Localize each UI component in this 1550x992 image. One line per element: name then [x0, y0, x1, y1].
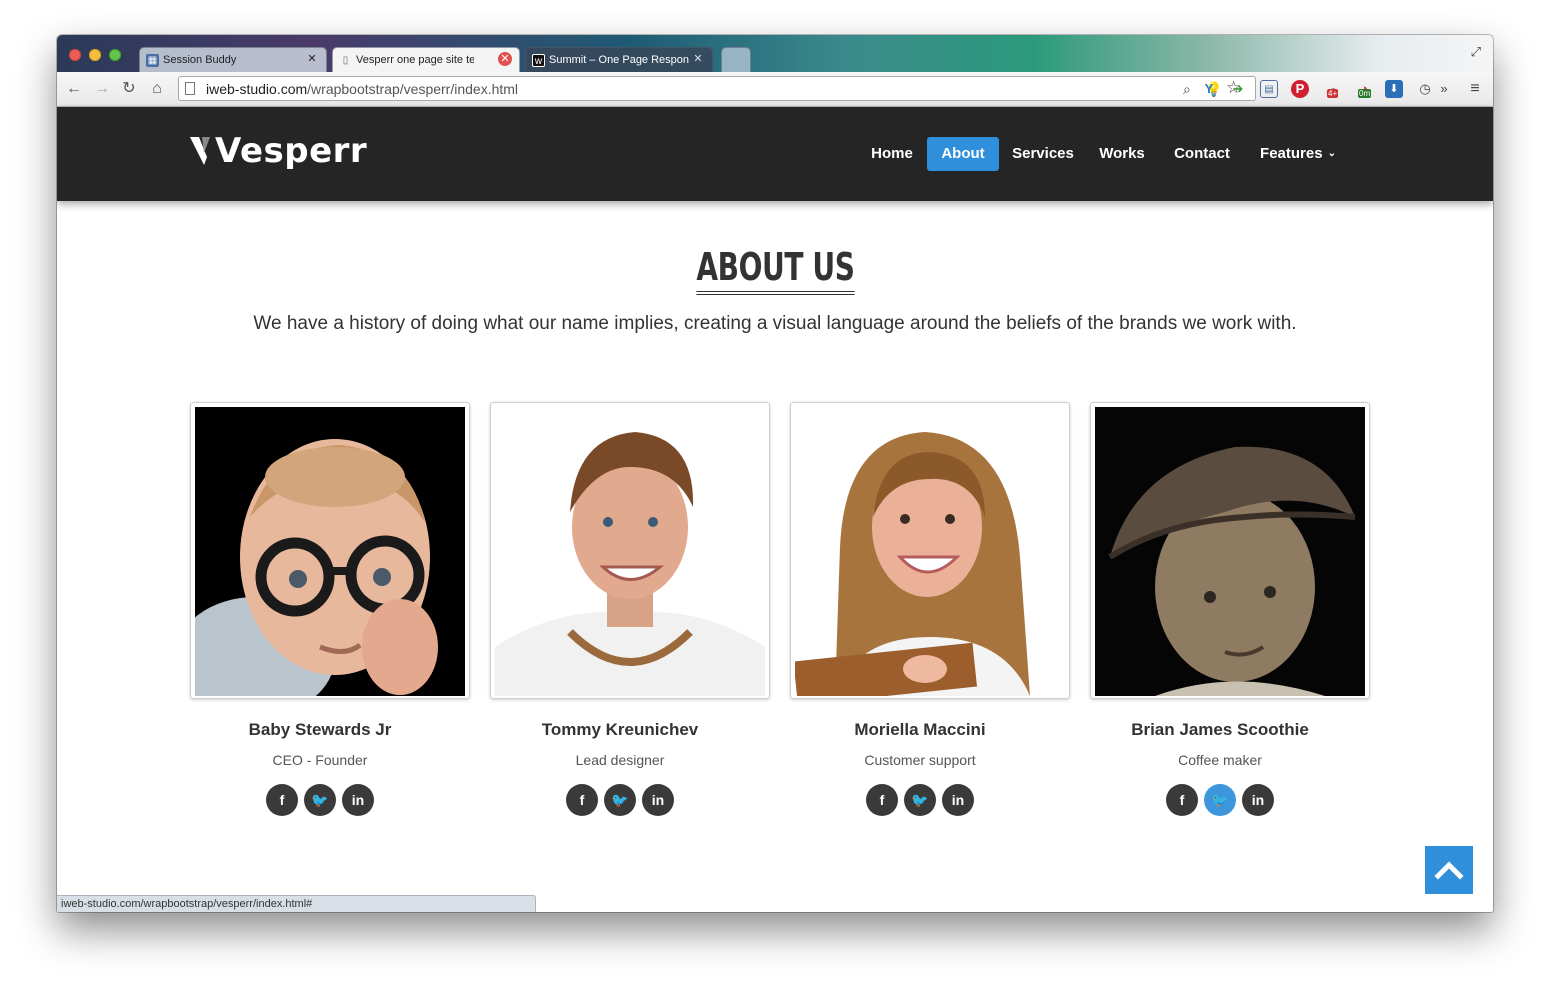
menu-item-home[interactable]: Home [862, 137, 922, 171]
logo-text: Vesperr [215, 131, 368, 171]
session-buddy-icon: ▦ [146, 54, 159, 67]
session-buddy-extension-icon[interactable]: ▤ [1260, 80, 1278, 98]
chevron-up-icon [1434, 861, 1464, 880]
member-role: Lead designer [575, 752, 665, 768]
section-title: ABOUT US [57, 245, 1493, 295]
browser-window: ▦ Session Buddy ✕ ▯ Vesperr one page sit… [57, 35, 1493, 912]
page-icon: ▯ [342, 55, 349, 66]
member-photo-frame [1090, 402, 1370, 699]
member-social-links: f 🐦 in [1080, 784, 1360, 816]
new-tab-button[interactable] [721, 47, 751, 72]
twitter-icon[interactable]: 🐦 [604, 784, 636, 816]
browser-toolbar: ← → ↻ ⌂ iweb-studio.com/wrapbootstrap/ve… [57, 72, 1493, 107]
facebook-icon[interactable]: f [566, 784, 598, 816]
twitter-icon[interactable]: 🐦 [1204, 784, 1236, 816]
member-role: Coffee maker [1178, 752, 1262, 768]
menu-item-about[interactable]: About [927, 137, 999, 171]
member-photo-frame [790, 402, 1070, 699]
summit-icon: w [532, 54, 545, 67]
linkedin-icon[interactable]: in [1242, 784, 1274, 816]
linkedin-icon[interactable]: in [642, 784, 674, 816]
address-bar[interactable]: iweb-studio.com/wrapbootstrap/vesperr/in… [178, 76, 1256, 101]
tab-title: Summit – One Page Responsive [549, 54, 689, 66]
status-bar: iweb-studio.com/wrapbootstrap/vesperr/in… [57, 895, 536, 912]
close-tab-icon[interactable]: ✕ [691, 52, 705, 66]
overflow-chevron-icon[interactable]: » [1439, 80, 1449, 98]
facebook-icon[interactable]: f [266, 784, 298, 816]
menu-icon[interactable]: ≡ [1466, 80, 1484, 98]
member-photo [195, 407, 465, 696]
home-icon[interactable]: ⌂ [147, 79, 167, 99]
tab-summit[interactable]: w Summit – One Page Responsive ✕ [525, 47, 713, 72]
member-photo [495, 407, 765, 696]
member-name: Tommy Kreunichev [541, 720, 699, 739]
menu-item-label: Features [1260, 145, 1323, 162]
site-header: Vesperr Home About Services Works Contac… [57, 107, 1493, 201]
fullscreen-icon[interactable]: ⤢ [1471, 44, 1481, 60]
menu-item-contact[interactable]: Contact [1165, 137, 1239, 171]
member-photo [795, 407, 1065, 696]
chrome-extension-icon[interactable]: ◕ 0m [1355, 80, 1373, 98]
member-social-links: f 🐦 in [780, 784, 1060, 816]
member-name: Brian James Scoothie [1131, 720, 1309, 739]
member-role: CEO - Founder [272, 752, 368, 768]
menu-item-services[interactable]: Services [1005, 137, 1081, 171]
twitter-icon[interactable]: 🐦 [904, 784, 936, 816]
reload-icon[interactable]: ↻ [119, 79, 139, 99]
search-icon[interactable]: ⌕ [1183, 81, 1191, 98]
close-window-button[interactable] [69, 49, 81, 61]
pinterest-icon[interactable]: P [1291, 80, 1309, 98]
page-icon [185, 82, 195, 95]
linkedin-icon[interactable]: in [342, 784, 374, 816]
y-extension-icon[interactable]: Y [1200, 80, 1218, 98]
member-photo [1095, 407, 1365, 696]
minimize-window-button[interactable] [89, 49, 101, 61]
close-tab-icon[interactable]: ✕ [498, 52, 512, 66]
tab-title: Session Buddy [163, 54, 237, 66]
tab-vesperr[interactable]: ▯ Vesperr one page site template ✕ [332, 47, 520, 72]
cloud-extension-icon[interactable]: ☁ 4+ [1323, 80, 1341, 98]
menu-item-features[interactable]: Features ⌄ [1250, 137, 1346, 171]
tab-session-buddy[interactable]: ▦ Session Buddy ✕ [139, 47, 327, 72]
linkedin-icon[interactable]: in [942, 784, 974, 816]
close-tab-icon[interactable]: ✕ [305, 52, 319, 66]
member-social-links: f 🐦 in [180, 784, 460, 816]
extension-badge: 0m [1358, 89, 1372, 98]
forward-icon[interactable]: → [92, 79, 112, 99]
member-social-links: f 🐦 in [480, 784, 760, 816]
member-name: Baby Stewards Jr [248, 720, 392, 739]
back-icon[interactable]: ← [64, 79, 84, 99]
twitter-icon[interactable]: 🐦 [304, 784, 336, 816]
back-to-top-button[interactable] [1425, 846, 1473, 894]
member-name: Moriella Maccini [854, 720, 986, 739]
menu-item-works[interactable]: Works [1091, 137, 1153, 171]
section-subtitle: We have a history of doing what our name… [253, 313, 1297, 334]
chevron-down-icon: ⌄ [1327, 148, 1336, 159]
zoom-window-button[interactable] [109, 49, 121, 61]
address-url: iweb-studio.com/wrapbootstrap/vesperr/in… [206, 81, 519, 97]
download-icon[interactable]: ⬇ [1385, 80, 1403, 98]
member-role: Customer support [864, 752, 976, 768]
member-photo-frame [490, 402, 770, 699]
tab-strip: ▦ Session Buddy ✕ ▯ Vesperr one page sit… [57, 35, 1493, 72]
arrow-extension-icon[interactable]: ➜ [1229, 80, 1247, 98]
member-photo-frame [190, 402, 470, 699]
extension-badge: 4+ [1327, 89, 1339, 98]
tab-title: Vesperr one page site template [356, 54, 474, 66]
facebook-icon[interactable]: f [1166, 784, 1198, 816]
clock-icon[interactable]: ◷ [1416, 80, 1434, 98]
facebook-icon[interactable]: f [866, 784, 898, 816]
